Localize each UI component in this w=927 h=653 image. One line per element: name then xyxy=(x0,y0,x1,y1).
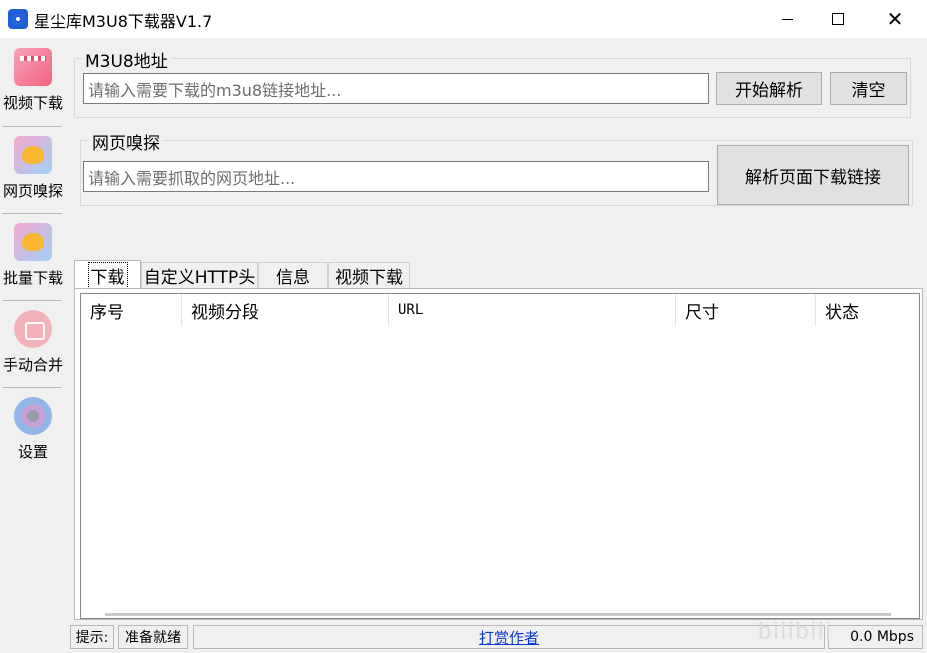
column-header-url[interactable]: URL xyxy=(389,294,676,326)
column-header-size[interactable]: 尺寸 xyxy=(676,294,816,326)
maximize-icon xyxy=(832,13,844,25)
tab-info[interactable]: 信息 xyxy=(258,262,328,288)
sidebar-item-label: 网页嗅探 xyxy=(2,182,63,200)
gear-icon xyxy=(14,397,52,435)
cat-batch-icon xyxy=(14,223,52,261)
column-header-status[interactable]: 状态 xyxy=(816,294,919,326)
sidebar-item-label: 视频下载 xyxy=(2,94,63,112)
sidebar-item-batch-download[interactable]: 批量下载 xyxy=(0,213,66,299)
download-list[interactable]: 序号 视频分段 URL 尺寸 状态 xyxy=(80,293,920,619)
status-text: 准备就绪 xyxy=(118,625,188,649)
parse-page-links-button[interactable]: 解析页面下载链接 xyxy=(717,145,909,205)
horizontal-scrollbar[interactable] xyxy=(105,613,891,616)
tab-download[interactable]: 下载 xyxy=(74,260,141,289)
sidebar-item-label: 批量下载 xyxy=(2,269,63,287)
status-hint-label: 提示: xyxy=(70,625,114,649)
video-clapper-icon xyxy=(14,48,52,86)
tab-video-download[interactable]: 视频下载 xyxy=(328,262,410,288)
title-bar: 星尘库M3U8下载器V1.7 ✕ xyxy=(0,0,927,38)
bilibili-watermark: bilibili xyxy=(758,618,833,645)
start-parse-button[interactable]: 开始解析 xyxy=(716,72,822,105)
minimize-button[interactable] xyxy=(764,0,810,38)
m3u8-url-input[interactable]: 请输入需要下载的m3u8链接地址... xyxy=(83,73,709,104)
app-icon xyxy=(8,9,28,29)
cat-sniff-icon xyxy=(14,136,52,174)
close-icon: ✕ xyxy=(886,7,904,31)
web-page-url-input[interactable]: 请输入需要抓取的网页地址... xyxy=(83,161,709,192)
column-header-segment[interactable]: 视频分段 xyxy=(182,294,389,326)
sidebar-item-web-sniff[interactable]: 网页嗅探 xyxy=(0,126,66,212)
download-tab-panel: 序号 视频分段 URL 尺寸 状态 xyxy=(74,288,923,620)
m3u8-group-legend: M3U8地址 xyxy=(82,47,171,72)
donate-author-link[interactable]: 打赏作者 xyxy=(479,627,539,648)
download-speed: 0.0 Mbps xyxy=(828,625,923,649)
window-title: 星尘库M3U8下载器V1.7 xyxy=(34,12,213,31)
maximize-button[interactable] xyxy=(815,0,861,38)
sidebar-item-label: 设置 xyxy=(17,443,48,461)
tab-custom-http-header[interactable]: 自定义HTTP头 xyxy=(141,262,258,288)
column-header-index[interactable]: 序号 xyxy=(81,294,182,326)
sidebar-item-manual-merge[interactable]: 手动合并 xyxy=(0,300,66,386)
sidebar-item-settings[interactable]: 设置 xyxy=(0,387,66,473)
merge-icon xyxy=(14,310,52,348)
sidebar-item-video-download[interactable]: 视频下载 xyxy=(0,38,66,124)
status-link-cell: 打赏作者 xyxy=(193,625,825,649)
tab-download-label: 下载 xyxy=(87,261,128,289)
minimize-icon xyxy=(781,18,793,20)
close-button[interactable]: ✕ xyxy=(872,0,918,38)
clear-button[interactable]: 清空 xyxy=(830,72,907,105)
sidebar-item-label: 手动合并 xyxy=(2,356,63,374)
web-sniff-group-legend: 网页嗅探 xyxy=(89,129,163,154)
sidebar: 视频下载 网页嗅探 批量下载 手动合并 设置 xyxy=(0,38,66,653)
